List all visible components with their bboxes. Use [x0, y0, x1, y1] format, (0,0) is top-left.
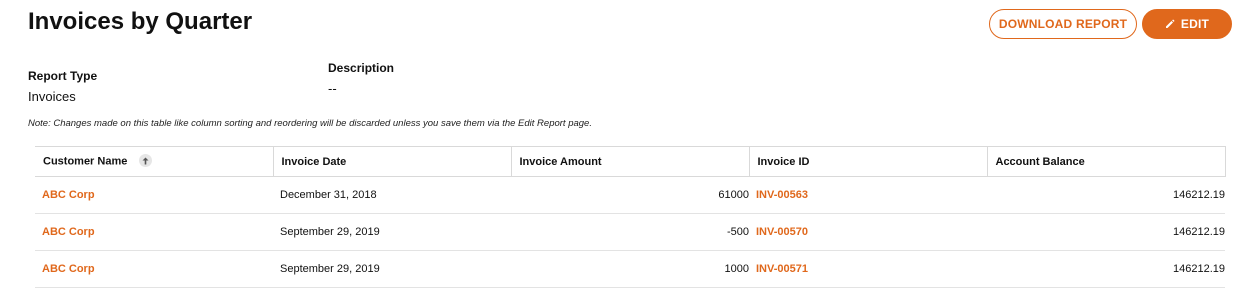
description-label: Description — [328, 61, 395, 75]
column-header-label: Customer Name — [43, 155, 128, 168]
column-header-label: Invoice Date — [281, 155, 347, 168]
column-header-label: Invoice ID — [757, 155, 810, 168]
customer-link[interactable]: ABC Corp — [42, 226, 95, 238]
table-row: ABC Corp December 31, 2018 61000 INV-005… — [35, 176, 1225, 214]
invoice-date-cell: September 29, 2019 — [273, 213, 511, 251]
invoice-amount-cell: 61000 — [511, 176, 749, 214]
table-header-row: Customer Name Invoice Date Invoice Amoun… — [35, 146, 1226, 177]
table-row: ABC Corp September 29, 2019 -500 INV-005… — [35, 213, 1225, 251]
column-header-account-balance[interactable]: Account Balance — [987, 146, 1226, 177]
report-table: Customer Name Invoice Date Invoice Amoun… — [35, 146, 1226, 288]
column-header-customer-name[interactable]: Customer Name — [35, 146, 274, 177]
invoice-date-cell: December 31, 2018 — [273, 176, 511, 214]
invoice-id-link[interactable]: INV-00571 — [756, 263, 808, 275]
table-row: ABC Corp September 29, 2019 1000 INV-005… — [35, 250, 1225, 288]
account-balance-cell: 146212.19 — [987, 250, 1225, 288]
description-value: -- — [328, 81, 337, 96]
column-header-invoice-date[interactable]: Invoice Date — [273, 146, 512, 177]
column-header-invoice-amount[interactable]: Invoice Amount — [511, 146, 750, 177]
invoice-amount-cell: 1000 — [511, 250, 749, 288]
customer-link[interactable]: ABC Corp — [42, 189, 95, 201]
pencil-icon — [1165, 19, 1175, 29]
invoice-date-cell: September 29, 2019 — [273, 250, 511, 288]
arrow-up-icon[interactable] — [139, 154, 153, 167]
invoice-id-link[interactable]: INV-00563 — [756, 189, 808, 201]
account-balance-cell: 146212.19 — [987, 213, 1225, 251]
page-title: Invoices by Quarter — [28, 8, 253, 35]
download-report-button[interactable]: DOWNLOAD REPORT — [989, 9, 1137, 39]
customer-link[interactable]: ABC Corp — [42, 263, 95, 275]
invoice-id-link[interactable]: INV-00570 — [756, 226, 808, 238]
account-balance-cell: 146212.19 — [987, 176, 1225, 214]
edit-label: EDIT — [1180, 17, 1210, 31]
table-note: Note: Changes made on this table like co… — [28, 118, 592, 129]
report-type-value: Invoices — [28, 89, 76, 104]
edit-button[interactable]: EDIT — [1142, 9, 1232, 39]
column-header-label: Invoice Amount — [519, 155, 602, 168]
report-type-label: Report Type — [28, 69, 98, 83]
invoice-amount-cell: -500 — [511, 213, 749, 251]
header-actions: DOWNLOAD REPORT EDIT — [989, 9, 1232, 39]
download-report-label: DOWNLOAD REPORT — [998, 17, 1128, 31]
column-header-invoice-id[interactable]: Invoice ID — [749, 146, 988, 177]
column-header-label: Account Balance — [995, 155, 1085, 168]
